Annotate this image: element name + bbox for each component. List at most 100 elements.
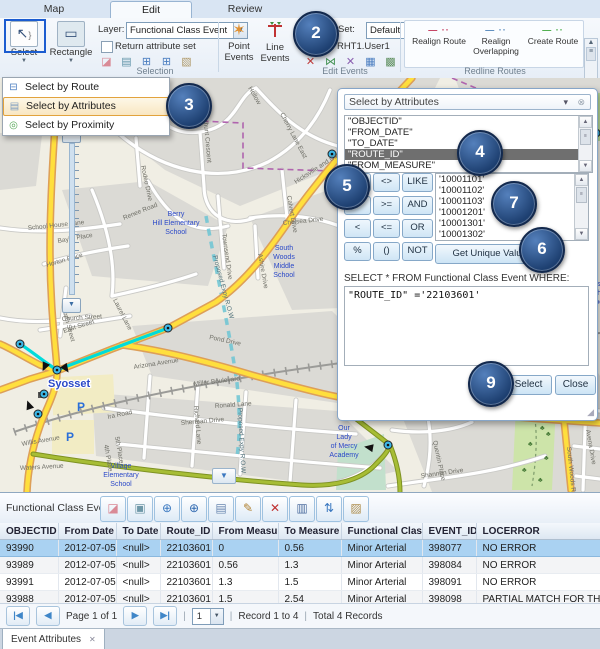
select-rectangle-button[interactable]: ▣ <box>127 496 153 522</box>
sort-records-button[interactable]: ⇅ <box>316 496 342 522</box>
rectangle-dropdown-arrow-icon[interactable]: ▼ <box>48 58 94 64</box>
column-header-functional-class[interactable]: Functional Class <box>341 523 422 540</box>
column-header-objectid[interactable]: OBJECTID <box>0 523 58 540</box>
point-events-label: Point Events <box>222 41 256 63</box>
column-header-route-id[interactable]: Route_ID <box>160 523 212 540</box>
scrollbar[interactable]: ▲≡▼ <box>574 174 588 240</box>
callout-badge-9: 9 <box>468 361 514 407</box>
operator-button-<=[interactable]: <= <box>373 219 400 238</box>
pan-to-selection-button[interactable]: ⊕ <box>181 496 207 522</box>
event-editor-window: ♣♣♣♣♣♣♣♣ Fox CourtFoxhunt CrescentCherry… <box>0 0 600 649</box>
selection-group-label: Selection <box>95 66 215 76</box>
page-label: Page 1 of 1 <box>66 611 117 622</box>
dialog-resize-grip[interactable]: ◢ <box>587 407 594 418</box>
tab-map[interactable]: Map <box>14 1 94 18</box>
save-edits-button[interactable]: ▤ <box>208 496 234 522</box>
delete-records-button[interactable]: ✕ <box>262 496 288 522</box>
operator-button-NOT[interactable]: NOT <box>402 242 433 261</box>
table-title: Functional Class Event <box>6 502 113 514</box>
callout-badge-3: 3 <box>166 83 212 129</box>
return-attribute-set-checkbox[interactable] <box>101 41 113 53</box>
redline-button-1[interactable]: — ··Realign Overlapping <box>469 24 523 56</box>
clear-selection-button[interactable]: ◪ <box>100 496 126 522</box>
operator-button-AND[interactable]: AND <box>402 196 433 215</box>
redline-button-2[interactable]: — ··Create Route <box>526 24 580 46</box>
table-cell: <null> <box>116 540 160 557</box>
map-label: Elementary <box>103 472 139 479</box>
field-item[interactable]: "OBJECTID" <box>345 116 592 127</box>
table-row[interactable]: 939902012-07-05<null>2210360100.56Minor … <box>0 540 600 557</box>
column-header-to-date[interactable]: To Date <box>116 523 160 540</box>
value-item[interactable]: '10001302' <box>436 229 588 240</box>
operator-button-%[interactable]: % <box>344 242 371 261</box>
edit-attributes-button[interactable]: ✎ <box>235 496 261 522</box>
copy-records-button[interactable]: ▥ <box>289 496 315 522</box>
table-cell: NO ERROR <box>476 557 600 574</box>
scrollbar[interactable]: ▲≡▼ <box>578 116 592 172</box>
operator-button-LIKE[interactable]: LIKE <box>402 173 433 192</box>
table-cell: Minor Arterial <box>341 574 422 591</box>
operator-button-<[interactable]: < <box>344 219 371 238</box>
menu-item-icon: ◎ <box>7 119 20 132</box>
column-header-to-measure[interactable]: To Measure <box>278 523 341 540</box>
map-panel-collapse-arrow[interactable]: ▼ <box>212 468 236 484</box>
tab-review[interactable]: Review <box>205 1 285 18</box>
column-header-event-id[interactable]: EVENT_ID <box>422 523 476 540</box>
column-header-from-date[interactable]: From Date <box>58 523 116 540</box>
operator-button-OR[interactable]: OR <box>402 219 433 238</box>
prev-page-button[interactable]: ◀ <box>36 606 60 626</box>
operator-button-<>[interactable]: <> <box>373 173 400 192</box>
next-page-button[interactable]: ▶ <box>123 606 147 626</box>
map-label: Lady <box>336 434 352 441</box>
page-number-combobox[interactable]: 1 ▼ <box>192 608 224 625</box>
operator-button->=[interactable]: >= <box>373 196 400 215</box>
dialog-close-icon[interactable]: ⊗ <box>577 95 585 110</box>
table-row[interactable]: 939892012-07-05<null>221036010.561.3Mino… <box>0 557 600 574</box>
map-label: School <box>273 272 295 279</box>
table-cell: 93990 <box>0 540 58 557</box>
tab-edit[interactable]: Edit <box>110 1 192 19</box>
attribute-table: OBJECTIDFrom DateTo DateRoute_IDFrom Mea… <box>0 523 600 608</box>
table-header-row: OBJECTIDFrom DateTo DateRoute_IDFrom Mea… <box>0 523 600 540</box>
table-cell: 22103601 <box>160 557 212 574</box>
zoom-out-button[interactable]: ▼ <box>62 298 81 313</box>
table-cell: 398084 <box>422 557 476 574</box>
select-dropdown-arrow-icon[interactable]: ▼ <box>5 58 43 64</box>
export-records-button[interactable]: ▨ <box>343 496 369 522</box>
menu-item-select-by-proximity[interactable]: ◎Select by Proximity <box>3 116 169 135</box>
callout-badge-4: 4 <box>457 130 503 176</box>
where-clause-label: SELECT * FROM Functional Class Event WHE… <box>344 273 569 284</box>
redline-button-0[interactable]: — ··Realign Route <box>412 24 466 46</box>
menu-item-select-by-route[interactable]: ⊟Select by Route <box>3 78 169 97</box>
tab-event-attributes[interactable]: Event Attributes ✕ <box>2 629 105 649</box>
dialog-dropdown-icon[interactable]: ▾ <box>563 95 568 110</box>
rectangle-tool-button[interactable]: ▭ Rectangle ▼ <box>48 21 94 64</box>
zoom-slider-track[interactable] <box>69 143 75 295</box>
redline-dash-icon: — ·· <box>412 24 466 36</box>
operator-button-()[interactable]: () <box>373 242 400 261</box>
table-cell: 398077 <box>422 540 476 557</box>
total-records-label: Total 4 Records <box>313 611 382 622</box>
rectangle-label: Rectangle <box>48 47 94 58</box>
last-page-button[interactable]: ▶| <box>153 606 177 626</box>
table-row[interactable]: 939912012-07-05<null>221036011.31.5Minor… <box>0 574 600 591</box>
menu-item-select-by-attributes[interactable]: ▤Select by Attributes <box>3 97 169 116</box>
table-cell: 1.5 <box>278 574 341 591</box>
zoom-to-selection-button[interactable]: ⊕ <box>154 496 180 522</box>
first-page-button[interactable]: |◀ <box>6 606 30 626</box>
query-textarea[interactable]: "ROUTE_ID" ='22103601' <box>344 286 589 366</box>
column-header-locerror[interactable]: LOCERROR <box>476 523 600 540</box>
map-label: South <box>275 245 293 252</box>
map-zoom-slider[interactable]: ▼ <box>62 130 82 320</box>
column-header-from-measure[interactable]: From Measure <box>212 523 278 540</box>
edit-events-group-label: Edit Events <box>290 66 400 76</box>
table-cell: 2012-07-05 <box>58 540 116 557</box>
close-button[interactable]: Close <box>555 375 596 395</box>
line-events-button[interactable]: Line Events <box>258 21 292 64</box>
menu-item-label: Select by Attributes <box>26 98 116 115</box>
page-combo-arrow-icon[interactable]: ▼ <box>210 609 223 624</box>
table-toolbar: Functional Class Event ◪▣⊕⊕▤✎✕▥⇅▨ <box>0 493 600 524</box>
dialog-titlebar[interactable]: Select by Attributes ▾ ⊗ <box>344 94 591 110</box>
tab-close-icon[interactable]: ✕ <box>89 630 96 649</box>
point-events-button[interactable]: ✶ Point Events <box>222 21 256 63</box>
